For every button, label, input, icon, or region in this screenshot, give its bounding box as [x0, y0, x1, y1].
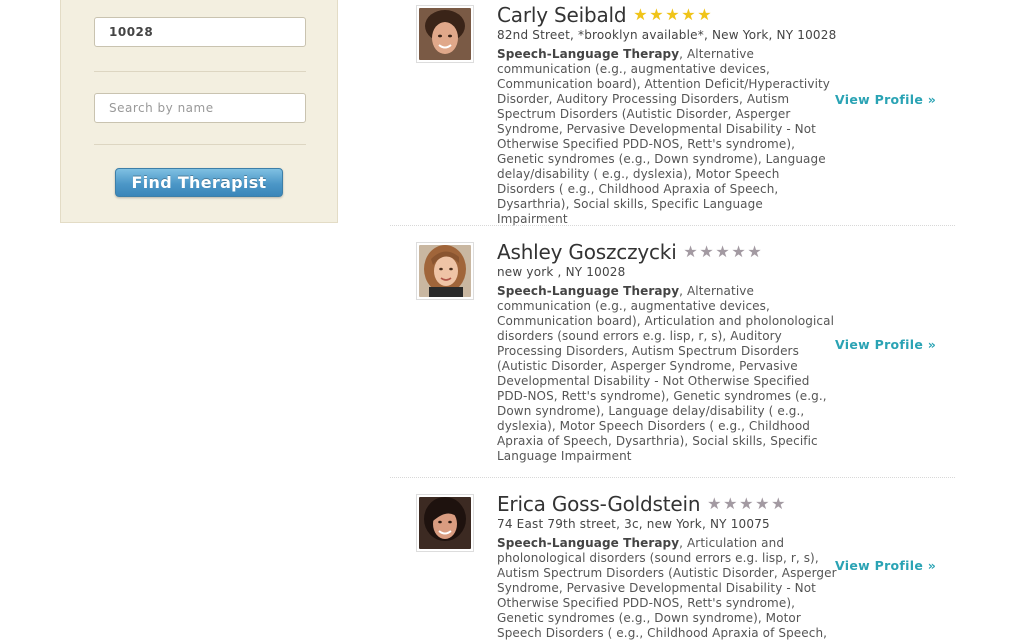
avatar[interactable]	[416, 242, 474, 300]
profile-photo	[419, 497, 471, 549]
therapist-specialties: Speech-Language Therapy, Articulation an…	[497, 536, 837, 641]
star-icon: ★	[723, 494, 738, 513]
therapist-address: 74 East 79th street, 3c, new York, NY 10…	[497, 517, 770, 531]
view-profile-link[interactable]: View Profile »	[835, 558, 936, 573]
find-therapist-button[interactable]: Find Therapist	[115, 168, 283, 197]
profile-photo	[419, 245, 471, 297]
search-by-name-input[interactable]	[94, 93, 306, 123]
specialty-list: , Articulation and pholonological disord…	[497, 536, 837, 640]
specialty-list: , Alternative communication (e.g., augme…	[497, 47, 831, 226]
therapist-name[interactable]: Erica Goss-Goldstein	[497, 492, 701, 516]
therapist-name[interactable]: Ashley Goszczycki	[497, 240, 677, 264]
star-icon: ★	[731, 242, 746, 261]
star-icon: ★	[747, 242, 762, 261]
therapist-address: new york , NY 10028	[497, 265, 626, 279]
therapist-specialties: Speech-Language Therapy, Alternative com…	[497, 284, 837, 464]
star-icon: ★	[755, 494, 770, 513]
rating-stars: ★ ★ ★ ★ ★	[683, 244, 763, 260]
star-icon: ★	[649, 5, 664, 24]
star-icon: ★	[665, 5, 680, 24]
star-icon: ★	[707, 494, 722, 513]
specialty-list: , Alternative communication (e.g., augme…	[497, 284, 835, 463]
star-icon: ★	[697, 5, 712, 24]
therapist-specialties: Speech-Language Therapy, Alternative com…	[497, 47, 837, 227]
result-divider	[390, 225, 955, 226]
star-icon: ★	[715, 242, 730, 261]
therapist-info: Erica Goss-Goldstein ★ ★ ★ ★ ★ 74 East 7…	[497, 492, 837, 641]
divider	[94, 144, 306, 145]
rating-stars: ★ ★ ★ ★ ★	[632, 7, 712, 23]
zip-code-input[interactable]	[94, 17, 306, 47]
view-profile-link[interactable]: View Profile »	[835, 337, 936, 352]
primary-specialty: Speech-Language Therapy	[497, 47, 680, 61]
therapist-info: Carly Seibald ★ ★ ★ ★ ★ 82nd Street, *br…	[497, 3, 837, 227]
star-icon: ★	[683, 242, 698, 261]
avatar[interactable]	[416, 494, 474, 552]
search-panel: Find Therapist	[60, 0, 338, 223]
primary-specialty: Speech-Language Therapy	[497, 284, 680, 298]
star-icon: ★	[771, 494, 786, 513]
profile-photo	[419, 8, 471, 60]
avatar[interactable]	[416, 5, 474, 63]
therapist-info: Ashley Goszczycki ★ ★ ★ ★ ★ new york , N…	[497, 240, 837, 464]
therapist-name[interactable]: Carly Seibald	[497, 3, 627, 27]
star-icon: ★	[699, 242, 714, 261]
star-icon: ★	[739, 494, 754, 513]
star-icon: ★	[633, 5, 648, 24]
therapist-address: 82nd Street, *brooklyn available*, New Y…	[497, 28, 837, 42]
star-icon: ★	[681, 5, 696, 24]
divider	[94, 71, 306, 72]
view-profile-link[interactable]: View Profile »	[835, 92, 936, 107]
result-divider	[390, 477, 955, 478]
rating-stars: ★ ★ ★ ★ ★	[706, 496, 786, 512]
primary-specialty: Speech-Language Therapy	[497, 536, 680, 550]
